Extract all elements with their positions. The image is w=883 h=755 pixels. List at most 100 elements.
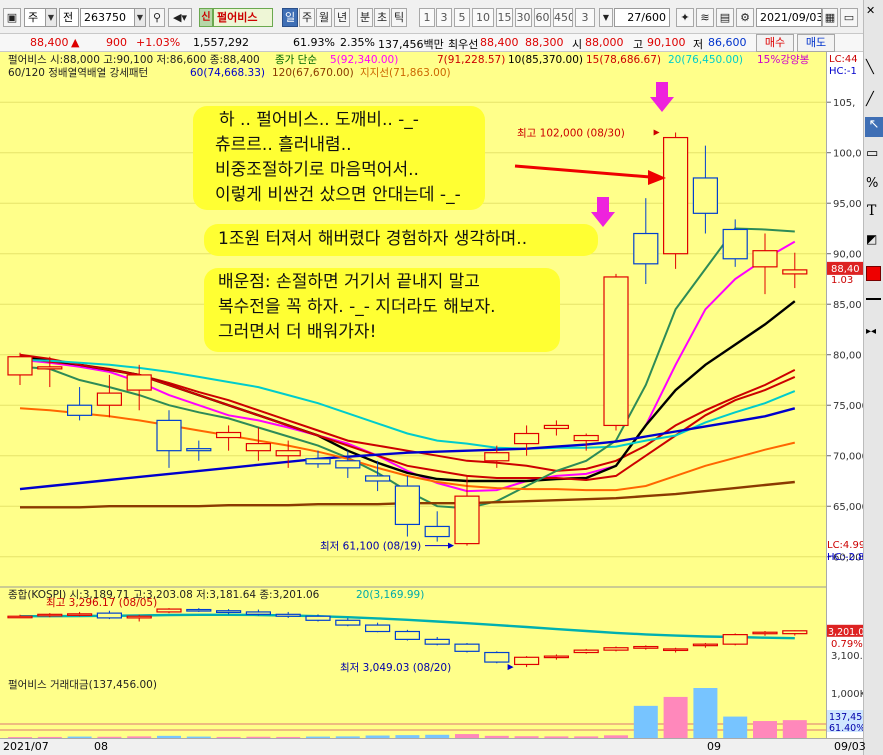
change-percent: +1.03% [136,36,181,49]
date-axis: 2021/07 08 09 09/03 [0,738,866,755]
kospi-candle-body [96,612,123,619]
chart-tool-icon[interactable]: ✦ [676,8,694,27]
cursor-tool-icon[interactable]: ↖ [865,117,883,137]
quote-bar: 88,400 ▲ 900 +1.03% 1,557,292 61.93% 2.3… [0,34,883,52]
eraser-icon[interactable]: ◩ [866,232,877,246]
speaker-icon[interactable]: ◀▾ [168,8,192,27]
comment-line: 배운점: 손절하면 거기서 끝내지 말고 [218,272,480,292]
amount-pct-label: 61.40% [829,723,864,734]
rect-tool-icon[interactable]: ▭ [866,146,878,161]
candle-body [722,228,748,260]
pattern-icon[interactable]: ≋ [696,8,714,27]
low-arrow [448,542,454,549]
low-label: 저 [693,38,704,51]
period-tab[interactable]: 주 [299,8,315,27]
strong-candle-label: 15%강양봉 [757,54,810,66]
market-select[interactable]: 주 [24,8,46,27]
comment-line: 하 .. 펄어비스.. 도깨비.. -_- [219,110,419,130]
period-tab[interactable]: 틱 [391,8,407,27]
stock-name[interactable]: 펄어비스 [213,8,273,27]
high-annotation: 최고 102,000 (08/30) [517,128,625,140]
period-tab[interactable]: 일 [282,8,298,27]
kospi-candle-body [186,608,212,612]
candle-body [365,475,391,482]
trade-amount: 137,456백만 [378,38,444,51]
amount-current-label: 137,456 [829,712,864,723]
fib-tool-icon[interactable]: % [866,176,878,191]
low-price: 86,600 [708,36,747,49]
candle-body [573,434,599,442]
y-tick-label: 105, [833,98,855,109]
candle-count[interactable]: 27/600 [614,8,670,27]
candle-body [484,452,510,462]
line-width-icon[interactable] [866,298,881,300]
calendar-icon[interactable]: ▦ [822,8,838,27]
high-arrow [653,129,660,136]
red-arrow-line [514,164,651,179]
y-tick-label: 95,00 [833,199,862,210]
color-red-swatch[interactable] [866,266,881,281]
candle-body [513,432,540,445]
support-label: 지지선(71,863.00) [360,67,451,79]
interval-button[interactable]: 450 [553,8,573,27]
kospi-candle-body [7,615,33,619]
expand-icon[interactable]: ▸◂ [866,326,876,337]
comment-line: 1조원 터져서 해버렸다 경험하자 생각하며.. [218,229,528,249]
candle-body [424,525,450,538]
close-icon[interactable]: ✕ [866,4,875,17]
amount-bar [633,705,658,738]
moving-average-20 [19,358,796,450]
kospi-pct-label: 0.79% [831,639,863,650]
turnover-ratio: 2.35% [340,36,375,49]
ma-label: 20(76,450.00) [668,54,743,66]
candle-body [126,374,152,391]
kospi-candle-body [662,648,689,652]
kospi-candle-body [692,643,719,647]
save-icon[interactable]: ▤ [716,8,734,27]
prev-selector[interactable]: 전 [59,8,79,27]
date-input[interactable]: 2021/09/03 [756,8,822,27]
line-tool-icon[interactable]: ╲ [866,60,874,75]
ray-tool-icon[interactable]: ╱ [866,92,874,107]
candle-body [245,443,271,452]
sell-button[interactable]: 매도 [797,34,835,52]
peak-arrow-icon [650,82,674,112]
volume-ratio: 61.93% [293,36,335,49]
period-tab[interactable]: 초 [374,8,390,27]
amount-bar [753,721,777,738]
period-tab[interactable]: 월 [316,8,332,27]
buy-button[interactable]: 매수 [756,34,794,52]
market-dropdown[interactable]: ▼ [45,8,57,27]
interval-button[interactable]: 15 [496,8,513,27]
text-tool-icon[interactable]: T [867,203,876,219]
search-icon[interactable]: ⚲ [149,8,165,27]
comment-bubble-3: 배운점: 손절하면 거기서 끝내지 말고 복수전을 꼭 하자. -_- 지더라도… [204,268,560,352]
interval-button[interactable]: 30 [515,8,532,27]
code-dropdown[interactable]: ▼ [134,8,146,27]
candle-body [305,458,331,465]
comment-bubble-2: 1조원 터져서 해버렸다 경험하자 생각하며.. [204,224,598,256]
kospi-candle-body [126,615,152,619]
kospi-candle-body [573,649,599,654]
period-tab[interactable]: 년 [334,8,350,27]
interval-button[interactable]: 60 [534,8,551,27]
up-triangle-icon: ▲ [71,36,80,49]
candle-body [7,356,33,376]
interval-button[interactable]: 1 [419,8,435,27]
interval-dropdown[interactable]: ▼ [599,8,613,27]
layout-icon[interactable]: ▣ [3,8,21,27]
interval-button[interactable]: 10 [472,8,494,27]
current-price-label: 88,40 [831,264,860,275]
stock-code-input[interactable]: 263750 [80,8,135,27]
gear-icon[interactable]: ⚙ [736,8,754,27]
interval-button[interactable]: 5 [454,8,470,27]
interval-button[interactable]: 3 [436,8,452,27]
ma-label: 10(85,370.00) [508,54,583,66]
kospi-lc-label: LC:4.99 [827,540,864,551]
interval-button[interactable]: 3 [575,8,595,27]
axis-aug-label: 08 [94,740,108,753]
period-tab[interactable]: 분 [357,8,373,27]
window-icon[interactable]: ▭ [840,8,858,27]
ma120-label: 120(67,670.00) [272,67,354,79]
axis-sep-label: 09 [707,740,721,753]
